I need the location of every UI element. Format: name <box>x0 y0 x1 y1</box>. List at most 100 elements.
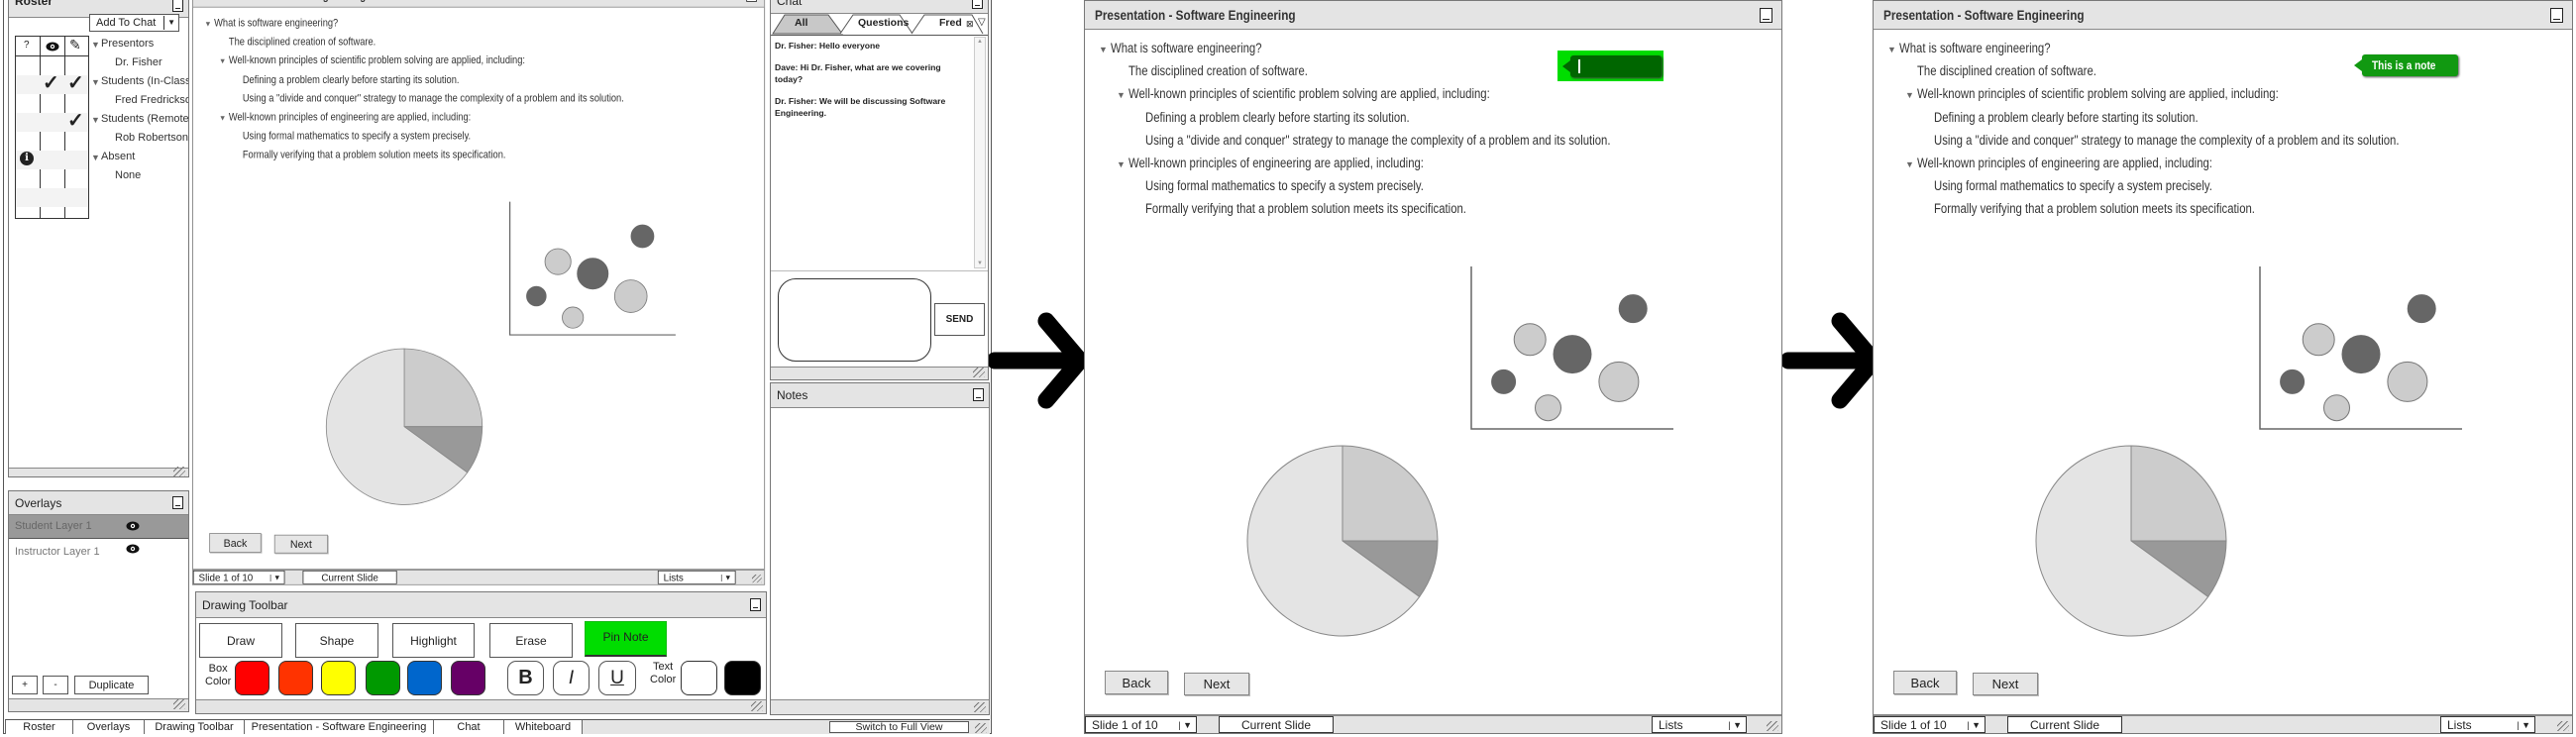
slide-select[interactable]: Slide 1 of 10 | ▼ <box>192 570 285 584</box>
back-button[interactable]: Back <box>1105 671 1168 694</box>
roster-member[interactable]: Dr. Fisher <box>115 56 162 68</box>
resize-grip-icon[interactable] <box>1767 721 1778 731</box>
resize-grip-icon[interactable] <box>974 702 986 712</box>
scatter-point <box>2387 361 2428 402</box>
taskbar-tab[interactable]: Whiteboard <box>504 720 583 734</box>
back-button[interactable]: Back <box>1893 671 1957 694</box>
remove-layer-button[interactable]: - <box>43 676 68 694</box>
roster-member[interactable]: Rob Robertson <box>115 132 188 144</box>
taskbar-tab[interactable]: Presentation - Software Engineering <box>245 720 434 734</box>
chevron-down-icon[interactable]: | ▼ <box>269 574 280 581</box>
lists-select[interactable]: Lists | ▼ <box>2440 716 2535 733</box>
resize-grip-icon[interactable] <box>751 701 763 711</box>
chevron-down-icon[interactable]: | ▼ <box>1728 720 1742 730</box>
erase-tool-button[interactable]: Erase <box>489 623 573 658</box>
pin-note-editing[interactable] <box>1557 51 1664 81</box>
pin-note-tool-button[interactable]: Pin Note <box>585 621 667 657</box>
text-color-swatch[interactable] <box>724 661 761 695</box>
scroll-down-icon[interactable]: ▼ <box>977 261 983 266</box>
presentation-frame: Presentation - Software Engineering▼What… <box>192 0 766 585</box>
slide-select[interactable]: Slide 1 of 10 | ▼ <box>1085 716 1197 733</box>
collapse-triangle-icon[interactable]: ▼ <box>91 73 100 92</box>
note-input-box[interactable] <box>1570 55 1662 77</box>
presentation-status-bar: Slide 1 of 10 | ▼ Current Slide Lists | ▼ <box>1874 714 2572 733</box>
resize-grip-icon[interactable] <box>751 574 762 583</box>
tab-overflow-chevron-icon[interactable]: ▽ <box>978 17 986 28</box>
italic-button[interactable]: I <box>553 661 590 695</box>
next-button[interactable]: Next <box>1184 673 1249 695</box>
box-color-swatch[interactable] <box>278 661 313 695</box>
minimize-icon[interactable] <box>972 0 983 9</box>
box-color-swatch[interactable] <box>407 661 442 695</box>
pinned-note[interactable]: This is a note <box>2354 54 2458 76</box>
layer-row-instructor[interactable]: Instructor Layer 1 <box>9 540 188 564</box>
minimize-icon[interactable] <box>973 388 984 401</box>
scroll-up-icon[interactable]: ▲ <box>977 39 983 45</box>
lists-select[interactable]: Lists | ▼ <box>1652 716 1747 733</box>
resize-grip-icon[interactable] <box>173 467 185 476</box>
switch-full-view-button[interactable]: Switch to Full View <box>829 721 969 733</box>
resize-grip-icon[interactable] <box>173 699 185 709</box>
tab-fred[interactable]: Fred <box>939 17 962 29</box>
box-color-swatch[interactable] <box>366 661 400 695</box>
taskbar-tab[interactable]: Chat <box>434 720 504 734</box>
lists-select-value: Lists <box>2447 717 2472 732</box>
chevron-down-icon[interactable]: | ▼ <box>720 574 731 581</box>
minimize-icon[interactable] <box>172 496 183 509</box>
chevron-down-icon[interactable]: | ▼ <box>1178 720 1192 730</box>
add-layer-button[interactable]: + <box>12 676 38 694</box>
tab-questions[interactable]: Questions <box>858 17 909 29</box>
roster-member[interactable]: Fred Fredrickson <box>115 94 188 106</box>
chevron-down-icon[interactable]: | ▼ <box>2517 720 2530 730</box>
current-slide-button[interactable]: Current Slide <box>2007 716 2122 733</box>
resize-grip-icon[interactable] <box>2557 721 2569 731</box>
slide-select[interactable]: Slide 1 of 10 | ▼ <box>1874 716 1986 733</box>
draw-tool-button[interactable]: Draw <box>199 623 282 658</box>
chat-message: Dave: Hi Dr. Fisher, what are we coverin… <box>775 62 941 84</box>
layer-row-student[interactable]: Student Layer 1 <box>9 515 188 539</box>
slide-charts <box>2035 266 2462 637</box>
resize-grip-icon[interactable] <box>973 368 985 377</box>
shape-tool-button[interactable]: Shape <box>295 623 378 658</box>
resize-grip-icon[interactable] <box>975 723 987 733</box>
layer-label: Student Layer 1 <box>15 520 92 532</box>
bold-button[interactable]: B <box>507 661 544 695</box>
current-slide-button[interactable]: Current Slide <box>302 570 397 584</box>
send-button[interactable]: SEND <box>934 303 985 336</box>
collapse-triangle-icon[interactable]: ▼ <box>91 36 100 54</box>
box-color-swatch[interactable] <box>321 661 356 695</box>
chevron-down-icon[interactable]: | ▼ <box>1967 720 1981 730</box>
chat-scrollbar[interactable]: ▲ ▼ <box>974 37 986 268</box>
pie-slice <box>403 348 483 428</box>
roster-group-label: Presentors <box>101 38 155 50</box>
next-button[interactable]: Next <box>1973 673 2038 695</box>
eye-icon[interactable] <box>126 521 140 531</box>
taskbar-tab[interactable]: Roster <box>5 720 73 734</box>
chat-panel: Chat All Questions Fred ⊠ ▽ Dr. Fisher: … <box>770 0 989 380</box>
duplicate-layer-button[interactable]: Duplicate <box>74 676 149 694</box>
scatter-point <box>2302 323 2335 357</box>
highlight-tool-button[interactable]: Highlight <box>392 623 475 658</box>
back-button[interactable]: Back <box>209 533 262 553</box>
eye-icon[interactable] <box>126 544 140 554</box>
text-color-label-line: Color <box>650 674 677 685</box>
scatter-point <box>577 258 609 290</box>
roster-member[interactable]: None <box>115 169 141 181</box>
collapse-triangle-icon[interactable]: ▼ <box>91 111 100 130</box>
taskbar-tab[interactable]: Overlays <box>73 720 145 734</box>
underline-button[interactable]: U <box>598 661 636 695</box>
current-slide-button[interactable]: Current Slide <box>1219 716 1334 733</box>
text-color-swatch[interactable] <box>681 661 717 695</box>
box-color-swatch[interactable] <box>235 661 269 695</box>
minimize-icon[interactable] <box>750 598 761 611</box>
taskbar-tab[interactable]: Drawing Toolbar <box>145 720 245 734</box>
note-pointer <box>2354 59 2362 71</box>
chat-input[interactable] <box>778 278 931 362</box>
box-color-swatch[interactable] <box>451 661 485 695</box>
close-tab-icon[interactable]: ⊠ <box>966 19 974 30</box>
tab-all[interactable]: All <box>795 17 807 29</box>
lists-select[interactable]: Lists | ▼ <box>657 570 736 584</box>
collapse-triangle-icon[interactable]: ▼ <box>91 149 100 167</box>
next-button[interactable]: Next <box>273 534 328 554</box>
note-pointer <box>1562 60 1570 72</box>
